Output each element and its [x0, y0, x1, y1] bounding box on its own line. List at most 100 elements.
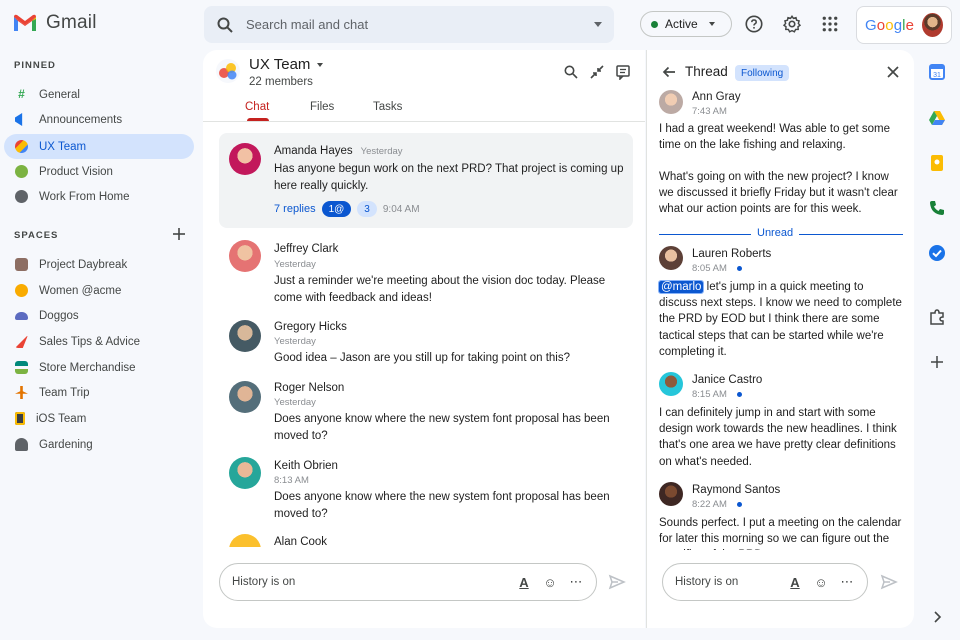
unread-badge: 3 — [357, 201, 377, 217]
emoji-icon[interactable]: ☺ — [813, 574, 829, 590]
avatar[interactable] — [229, 457, 261, 489]
voice-phone-icon[interactable] — [928, 199, 946, 217]
avatar[interactable] — [659, 372, 683, 396]
collapse-icon[interactable] — [589, 64, 605, 80]
sidebar-item-project-daybreak[interactable]: Project Daybreak — [4, 252, 194, 277]
phone-icon — [15, 412, 25, 425]
message-text: Does anyone know where the new system fo… — [274, 413, 610, 442]
back-arrow-icon[interactable] — [661, 64, 677, 80]
thread-reply-input[interactable]: History is on — [675, 576, 777, 588]
mention-chip[interactable]: @marlo — [657, 280, 705, 294]
search-options-icon[interactable] — [594, 22, 602, 27]
unread-dot-icon — [736, 502, 742, 507]
message-author: Ann Gray — [692, 91, 741, 103]
message-text: What's going on with the new project? I … — [659, 171, 898, 216]
following-badge[interactable]: Following — [735, 65, 790, 81]
avatar[interactable] — [659, 90, 683, 114]
user-avatar[interactable] — [922, 13, 943, 37]
message: Keith Obrien 8:13 AM Does anyone know wh… — [219, 457, 633, 525]
sidebar-item-label: Gardening — [39, 438, 93, 451]
more-options-icon[interactable]: ⋯ — [839, 574, 855, 590]
text-format-icon[interactable]: A — [516, 574, 532, 590]
text-format-icon[interactable]: A — [787, 574, 803, 590]
search-input[interactable]: Search mail and chat — [246, 17, 594, 32]
message-composer[interactable]: History is on A ☺ ⋯ — [219, 563, 597, 601]
tab-tasks[interactable]: Tasks — [373, 101, 402, 113]
thread-panel: Thread Following Ann Gray 7:43 AM I had … — [646, 50, 914, 628]
keep-icon[interactable] — [928, 154, 946, 172]
message-text: Sounds perfect. I put a meeting on the c… — [659, 517, 902, 550]
add-space-icon[interactable] — [171, 226, 187, 242]
apps-grid-icon[interactable] — [819, 13, 841, 35]
sidebar-item-product-vision[interactable]: Product Vision — [4, 159, 194, 184]
help-icon[interactable] — [743, 13, 765, 35]
room-avatar — [216, 59, 240, 83]
chevron-right-icon[interactable] — [928, 608, 946, 626]
sidebar-item-doggos[interactable]: Doggos — [4, 303, 194, 328]
sidebar-item-store-merchandise[interactable]: Store Merchandise — [4, 355, 194, 380]
mention-badge: 1@ — [321, 201, 352, 217]
gmail-logo[interactable]: Gmail — [12, 12, 97, 34]
message-text: I can definitely jump in and start with … — [659, 407, 897, 468]
message-time: 8:13 AM — [274, 475, 309, 486]
sidebar-item-label: Team Trip — [39, 386, 90, 399]
account-switcher[interactable]: Google — [856, 6, 952, 44]
settings-gear-icon[interactable] — [781, 13, 803, 35]
search-bar[interactable]: Search mail and chat — [204, 6, 614, 43]
send-icon[interactable] — [880, 573, 898, 591]
sidebar-item-work-from-home[interactable]: Work From Home — [4, 184, 194, 209]
room-title[interactable]: UX Team — [249, 56, 310, 73]
thread-message: Lauren Roberts 8:05 AM @marlo let's jump… — [657, 246, 904, 364]
globe-icon — [15, 165, 28, 178]
thread-replies[interactable]: 7 replies 1@ 3 9:04 AM — [274, 201, 420, 217]
room-member-count[interactable]: 22 members — [249, 76, 313, 88]
sidebar-item-ux-team[interactable]: UX Team — [4, 134, 194, 159]
calendar-icon[interactable]: 31 — [928, 63, 946, 81]
unread-dot-icon — [736, 392, 742, 397]
sidebar-item-label: UX Team — [39, 140, 87, 153]
avatar[interactable] — [229, 381, 261, 413]
avatar[interactable] — [229, 320, 261, 352]
sidebar-item-women-acme[interactable]: Women @acme — [4, 278, 194, 303]
search-icon[interactable] — [563, 64, 579, 80]
send-icon[interactable] — [608, 573, 626, 591]
thread-composer[interactable]: History is on A ☺ ⋯ — [662, 563, 868, 601]
status-selector[interactable]: Active — [640, 11, 732, 37]
tasks-icon[interactable] — [928, 244, 946, 262]
store-icon — [15, 361, 28, 374]
avatar[interactable] — [659, 482, 683, 506]
sidebar: PINNED # General Announcements UX Team P… — [0, 50, 200, 640]
sidebar-item-sales-tips[interactable]: Sales Tips & Advice — [4, 329, 194, 354]
tab-files[interactable]: Files — [310, 101, 334, 113]
avatar[interactable] — [659, 246, 683, 270]
sidebar-item-announcements[interactable]: Announcements — [4, 107, 194, 132]
add-icon[interactable] — [928, 353, 946, 371]
plane-icon — [15, 386, 28, 399]
message: Gregory Hicks Yesterday Good idea – Jaso… — [219, 318, 633, 368]
avatar[interactable] — [229, 143, 261, 175]
room-menu-chevron-icon[interactable] — [317, 63, 323, 67]
message-time: 8:22 AM — [692, 499, 742, 510]
message-input[interactable]: History is on — [232, 576, 506, 588]
sidebar-item-team-trip[interactable]: Team Trip — [4, 380, 194, 405]
replies-link[interactable]: 7 replies — [274, 203, 316, 215]
add-ons-puzzle-icon[interactable] — [928, 308, 946, 326]
avatar[interactable] — [229, 534, 261, 547]
sidebar-item-label: Store Merchandise — [39, 361, 136, 374]
thread-view-icon[interactable] — [615, 64, 631, 80]
ux-team-icon — [219, 63, 237, 80]
tab-chat[interactable]: Chat — [245, 101, 269, 113]
close-icon[interactable] — [885, 64, 901, 80]
avatar[interactable] — [229, 240, 261, 272]
emoji-icon[interactable]: ☺ — [542, 574, 558, 590]
sidebar-item-ios-team[interactable]: iOS Team — [4, 406, 194, 431]
rocket-icon — [15, 335, 28, 348]
message-thread[interactable]: Amanda Hayes Yesterday Has anyone begun w… — [219, 133, 633, 228]
sidebar-item-general[interactable]: # General — [4, 82, 194, 107]
sidebar-item-gardening[interactable]: Gardening — [4, 432, 194, 457]
last-reply-time: 9:04 AM — [382, 203, 420, 215]
more-options-icon[interactable]: ⋯ — [568, 574, 584, 590]
sidebar-item-label: Sales Tips & Advice — [39, 335, 140, 348]
drive-icon[interactable] — [928, 109, 946, 127]
sidebar-item-label: Product Vision — [39, 165, 113, 178]
